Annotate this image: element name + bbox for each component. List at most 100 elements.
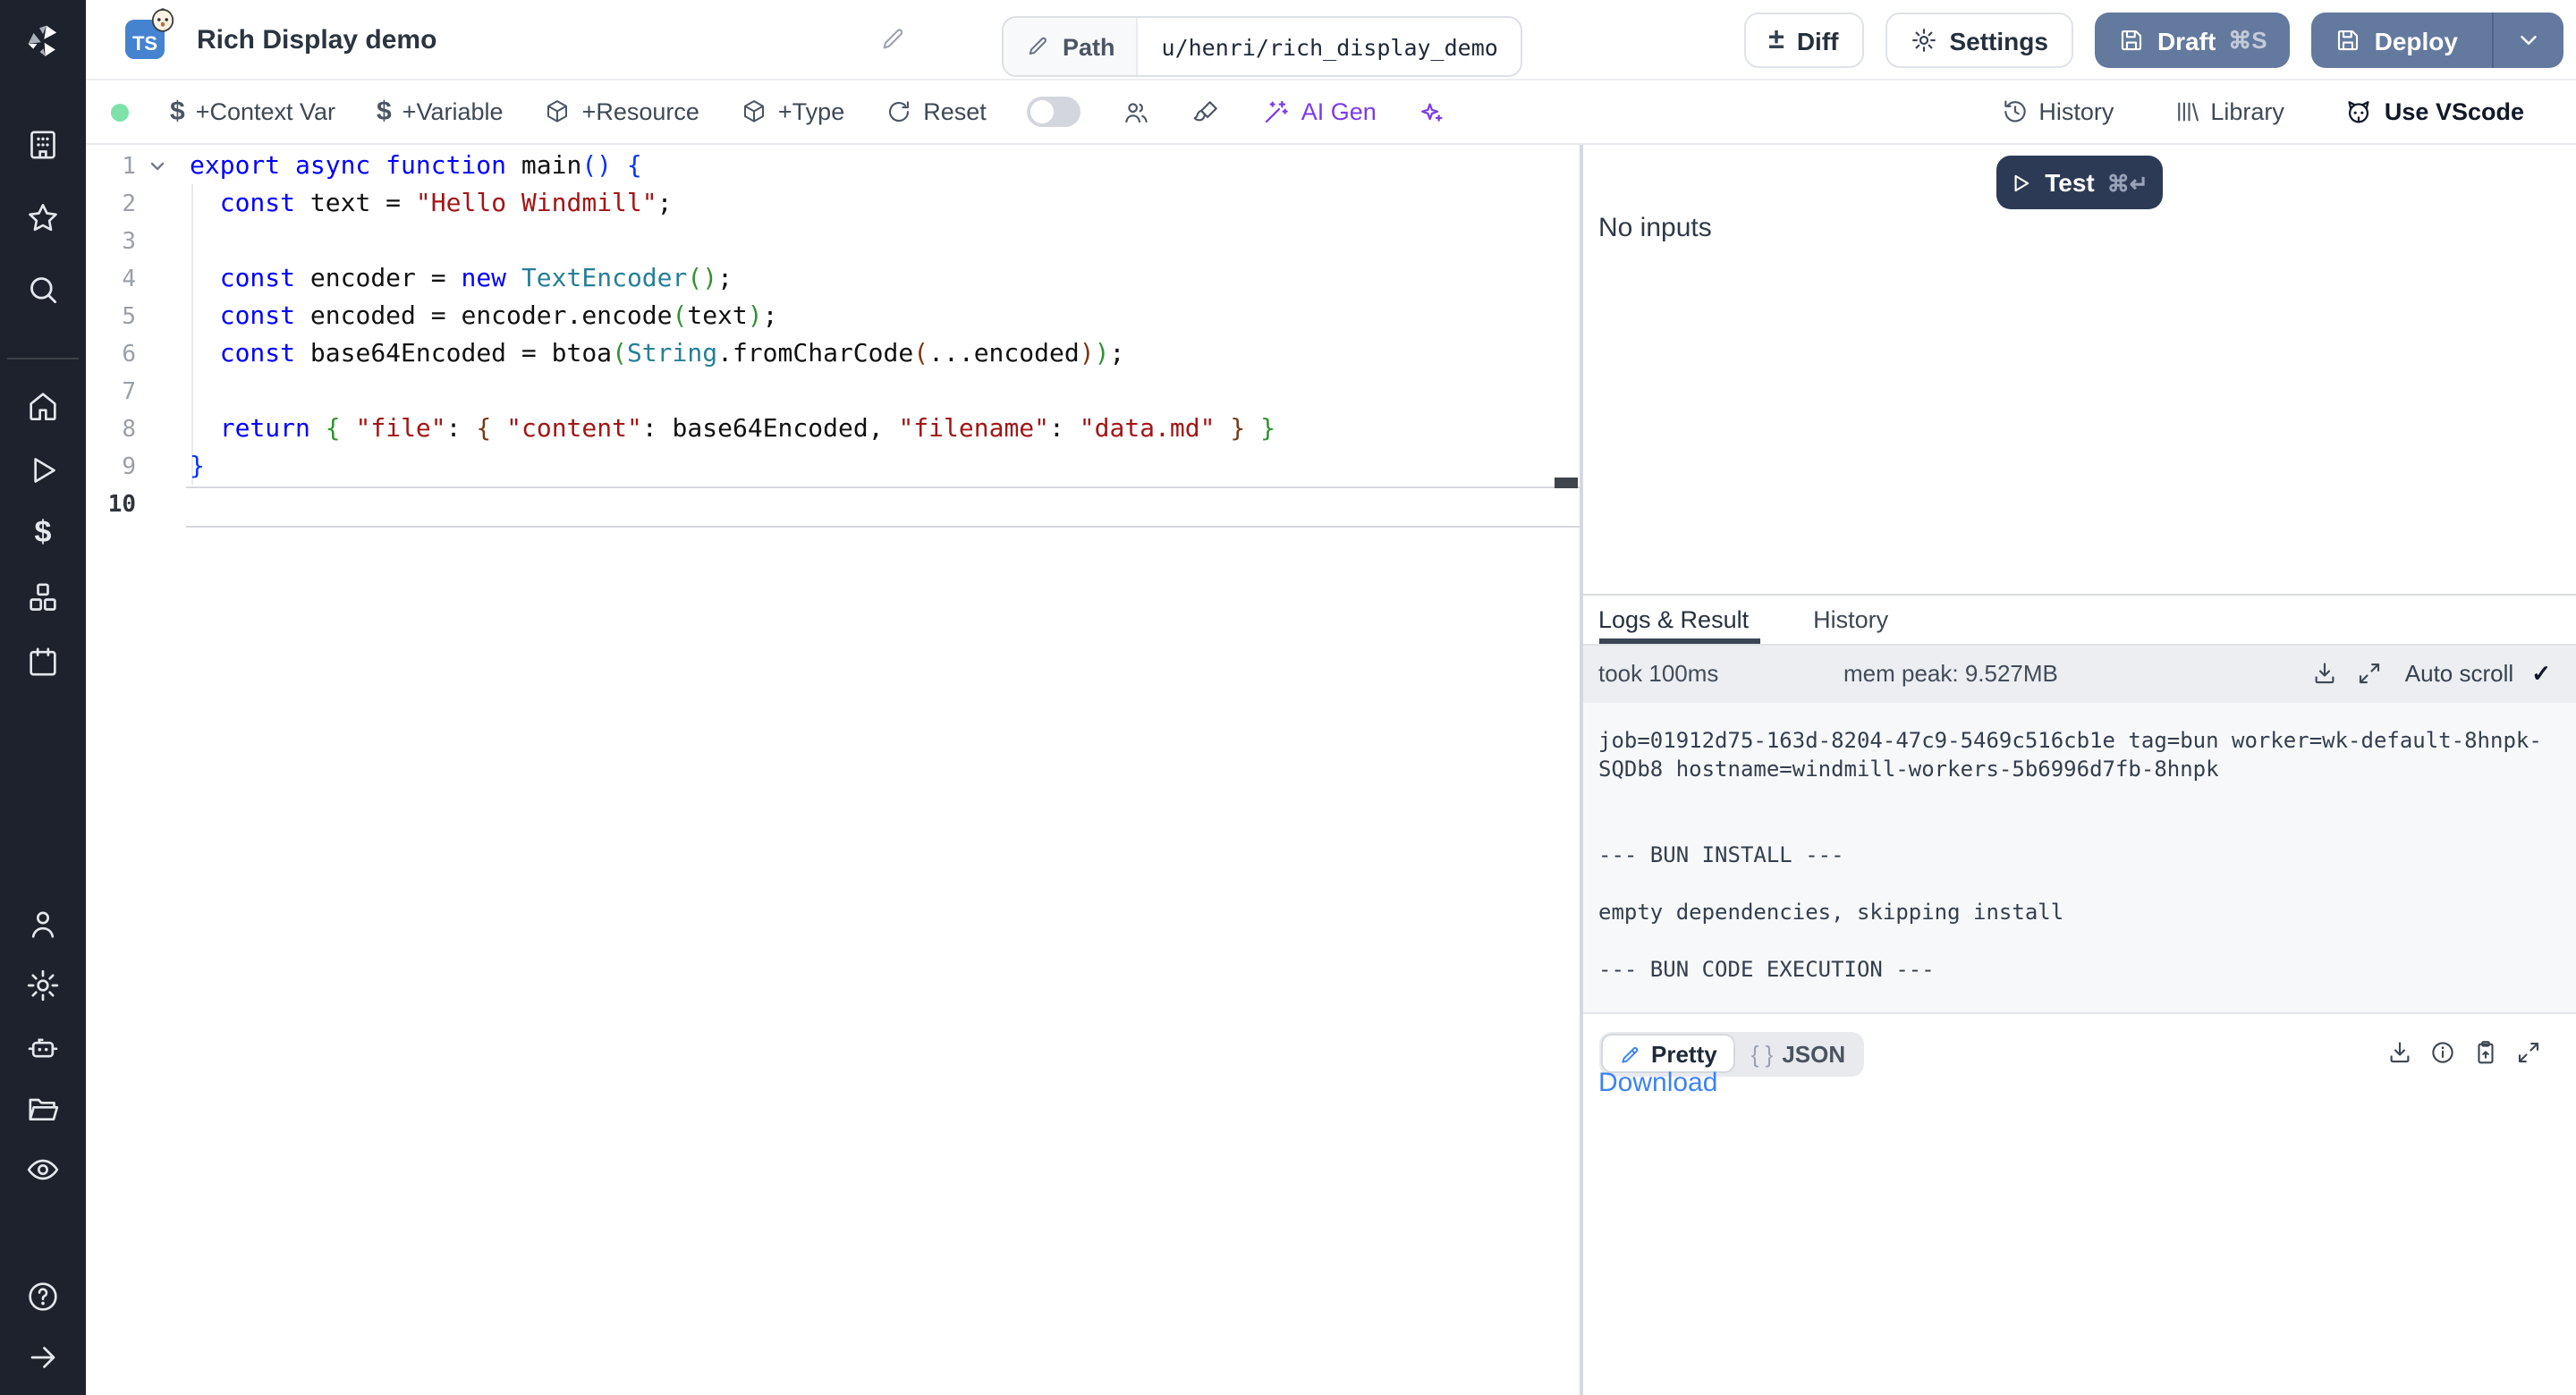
eye-icon bbox=[25, 1152, 61, 1188]
sidebar-item-schedules[interactable] bbox=[0, 631, 86, 692]
star-icon bbox=[25, 200, 61, 236]
fold-chevron-icon[interactable] bbox=[147, 156, 168, 177]
reset-label: Reset bbox=[923, 98, 987, 125]
history-button[interactable]: History bbox=[2001, 98, 2114, 125]
dollar-icon: $ bbox=[170, 97, 185, 127]
sidebar-item-favorites[interactable] bbox=[0, 188, 86, 249]
sidebar-item-folders[interactable] bbox=[0, 1078, 86, 1139]
info-icon[interactable] bbox=[2429, 1038, 2456, 1065]
add-context-var-button[interactable]: $ +Context Var bbox=[170, 97, 335, 127]
topbar-actions: ± Diff Settings Draft ⌘S bbox=[1743, 13, 2563, 68]
download-logs-icon[interactable] bbox=[2312, 660, 2339, 687]
arrow-right-icon bbox=[27, 1341, 59, 1374]
calendar-icon bbox=[25, 644, 61, 680]
deploy-button[interactable]: Deploy bbox=[2312, 13, 2563, 68]
sidebar-item-home[interactable] bbox=[0, 376, 86, 436]
add-variable-button[interactable]: $ +Variable bbox=[377, 97, 504, 127]
gear-icon bbox=[25, 968, 61, 1003]
editor-toolbar: $ +Context Var $ +Variable +Resource +Ty… bbox=[86, 80, 2576, 145]
run-duration: took 100ms bbox=[1598, 660, 1718, 687]
sidebar-item-help[interactable] bbox=[0, 1266, 86, 1327]
users-icon bbox=[1123, 97, 1151, 126]
line-number: 10 bbox=[86, 486, 136, 523]
use-vscode-button[interactable]: Use VScode bbox=[2343, 97, 2524, 127]
line-number: 5 bbox=[86, 298, 136, 335]
run-status-bar: took 100ms mem peak: 9.527MB Auto scroll… bbox=[1582, 645, 2576, 702]
autoscroll-label[interactable]: Auto scroll bbox=[2405, 660, 2513, 687]
download-result-link[interactable]: Download bbox=[1598, 1067, 1717, 1097]
building-icon bbox=[25, 127, 61, 163]
sidebar-item-resources[interactable] bbox=[0, 567, 86, 628]
sidebar-item-workers[interactable] bbox=[0, 1018, 86, 1078]
edit-title-pencil-icon[interactable] bbox=[878, 25, 907, 54]
package-icon bbox=[741, 98, 767, 125]
toggle-knob bbox=[1031, 100, 1055, 123]
use-vscode-label: Use VScode bbox=[2385, 98, 2524, 125]
collaborators-button[interactable] bbox=[1123, 97, 1151, 126]
reset-button[interactable]: Reset bbox=[886, 98, 987, 125]
copy-clipboard-icon[interactable] bbox=[2472, 1038, 2499, 1065]
windmill-script-editor: $ bbox=[0, 0, 2576, 1395]
format-button[interactable] bbox=[1192, 97, 1221, 126]
topbar: TS Rich Display demo Path u/henri/rich_d… bbox=[86, 0, 2576, 80]
search-icon bbox=[25, 272, 61, 308]
diff-mode-toggle[interactable] bbox=[1028, 97, 1081, 127]
sidebar-expand-button[interactable] bbox=[0, 1327, 86, 1388]
tab-logs-result[interactable]: Logs & Result bbox=[1598, 606, 1749, 633]
test-button[interactable]: Test ⌘↵ bbox=[1996, 156, 2162, 209]
sidebar-item-variables[interactable]: $ bbox=[0, 503, 86, 563]
code-line: const text = "Hello Windmill"; bbox=[190, 185, 1275, 223]
log-text: job=01912d75-163d-8204-47c9-5469c516cb1e… bbox=[1598, 725, 2546, 983]
mem-peak: mem peak: 9.527MB bbox=[1843, 660, 2058, 687]
draft-button[interactable]: Draft ⌘S bbox=[2095, 13, 2291, 68]
library-label: Library bbox=[2210, 98, 2284, 125]
sidebar-divider bbox=[7, 358, 79, 359]
code-line: const encoder = new TextEncoder(); bbox=[190, 260, 1275, 298]
sidebar-item-runs[interactable] bbox=[0, 440, 86, 501]
plus-minus-icon: ± bbox=[1768, 26, 1784, 55]
sidebar-item-audit[interactable] bbox=[0, 1139, 86, 1200]
resource-label: +Resource bbox=[582, 98, 699, 125]
autoscroll-checkmark[interactable]: ✓ bbox=[2531, 659, 2551, 688]
tab-history[interactable]: History bbox=[1813, 606, 1888, 633]
vscode-cat-icon bbox=[2343, 97, 2374, 127]
editor-scrollbar-thumb[interactable] bbox=[1555, 478, 1578, 488]
ai-gen-label: AI Gen bbox=[1301, 98, 1377, 125]
json-view-button[interactable]: { } JSON bbox=[1735, 1034, 1861, 1073]
windmill-logo[interactable] bbox=[0, 16, 86, 66]
line-number: 9 bbox=[86, 448, 136, 486]
type-label: +Type bbox=[778, 98, 844, 125]
draft-shortcut: ⌘S bbox=[2228, 26, 2267, 55]
pretty-label: Pretty bbox=[1651, 1040, 1717, 1067]
editor-code[interactable]: export async function main() { const tex… bbox=[190, 148, 1275, 523]
robot-icon bbox=[25, 1030, 61, 1066]
sidebar-item-workspace[interactable] bbox=[0, 114, 86, 175]
line-number: 4 bbox=[86, 260, 136, 298]
save-icon bbox=[2335, 27, 2362, 54]
code-editor[interactable]: 12345678910 export async function main()… bbox=[86, 145, 1580, 1395]
path-label-segment: Path bbox=[1004, 18, 1139, 75]
history-label: History bbox=[2038, 98, 2114, 125]
add-resource-button[interactable]: +Resource bbox=[545, 98, 699, 125]
ai-gen-button[interactable]: AI Gen bbox=[1262, 97, 1377, 126]
deploy-dropdown-button[interactable] bbox=[2492, 13, 2563, 68]
code-line: } bbox=[190, 448, 1275, 486]
variable-label: +Variable bbox=[402, 98, 504, 125]
refresh-icon bbox=[886, 98, 912, 125]
dollar-icon: $ bbox=[377, 97, 392, 127]
diff-label: Diff bbox=[1797, 26, 1839, 55]
library-button[interactable]: Library bbox=[2173, 98, 2284, 125]
path-field[interactable]: Path u/henri/rich_display_demo bbox=[1002, 16, 1523, 77]
code-line: export async function main() { bbox=[190, 148, 1275, 185]
sidebar-item-user[interactable] bbox=[0, 894, 86, 955]
sidebar-item-settings[interactable] bbox=[0, 955, 86, 1016]
sidebar-item-search[interactable] bbox=[0, 259, 86, 320]
add-type-button[interactable]: +Type bbox=[741, 98, 844, 125]
download-result-icon[interactable] bbox=[2386, 1038, 2413, 1065]
expand-result-icon[interactable] bbox=[2515, 1038, 2542, 1065]
diff-button[interactable]: ± Diff bbox=[1743, 13, 1863, 68]
expand-logs-icon[interactable] bbox=[2357, 660, 2384, 687]
path-value[interactable]: u/henri/rich_display_demo bbox=[1139, 18, 1521, 75]
settings-button[interactable]: Settings bbox=[1885, 13, 2072, 68]
ai-sparkles-button[interactable] bbox=[1418, 97, 1446, 126]
